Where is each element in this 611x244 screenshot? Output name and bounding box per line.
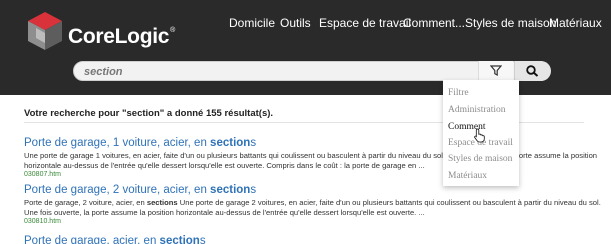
filter-button[interactable] [478,61,513,81]
dropdown-item-filtre[interactable]: Filtre [448,88,469,98]
nav-domicile[interactable]: Domicile [229,16,275,30]
top-header: CoreLogic® Domicile Outils Espace de tra… [0,0,611,95]
cube-logo-icon [28,12,62,50]
nav-comment[interactable]: Comment... [403,16,465,30]
filter-icon [490,65,502,76]
result-title-link[interactable]: Porte de garage, acier, en sections [24,234,604,244]
corelogic-logo[interactable]: CoreLogic® [26,10,191,60]
result-url[interactable]: 030810.htm [24,217,604,226]
nav-outils[interactable]: Outils [280,16,311,30]
nav-materiaux[interactable]: Matériaux [549,16,602,30]
dropdown-item-materiaux[interactable]: Matériaux [448,171,487,181]
search-button[interactable] [514,61,551,81]
search-icon [526,65,539,77]
hand-cursor-icon [474,128,485,143]
result-description: Porte de garage, 2 voiture, acier, en se… [24,198,601,217]
nav-styles-de-maison[interactable]: Styles de maison [465,16,556,30]
search-bar [73,61,551,81]
search-result: Porte de garage, acier, en sections [24,234,604,244]
logo-wordmark: CoreLogic® [68,25,176,48]
nav-espace-de-travail[interactable]: Espace de travail [319,16,411,30]
dropdown-item-styles-de-maison[interactable]: Styles de maison [448,154,512,164]
result-summary: Votre recherche pour "section" a donné 1… [24,108,274,119]
search-result: Porte de garage, 2 voiture, acier, en se… [24,183,604,226]
dropdown-item-administration[interactable]: Administration [448,105,506,115]
search-input[interactable] [84,64,474,79]
